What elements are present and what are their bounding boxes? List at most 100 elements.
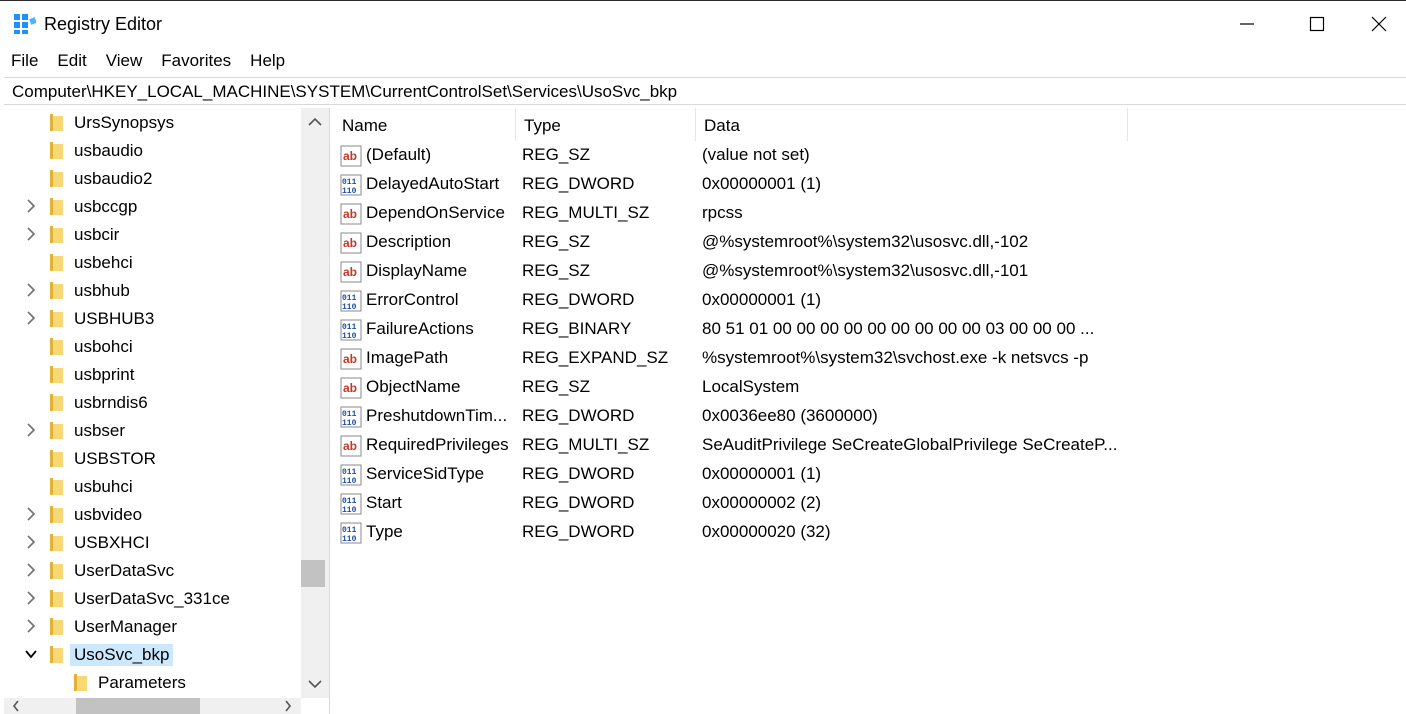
value-row[interactable]: ab RequiredPrivileges REG_MULTI_SZ SeAuditP… [334, 431, 1406, 460]
svg-text:ab: ab [343, 149, 357, 163]
svg-text:110: 110 [342, 535, 357, 544]
chevron-right-icon[interactable] [24, 281, 38, 299]
value-row[interactable]: 110 011 PreshutdownTim... REG_DWORD 0x0036ee… [334, 402, 1406, 431]
tree-item[interactable]: UserDataSvc [4, 556, 300, 584]
value-row[interactable]: ab Description REG_SZ @%systemroot%\system3… [334, 228, 1406, 257]
column-header-data[interactable]: Data [696, 108, 1128, 141]
tree-item[interactable]: usbaudio2 [4, 164, 300, 192]
chevron-left-icon [12, 700, 19, 712]
tree-item[interactable]: usbccgp [4, 192, 300, 220]
value-row[interactable]: 110 011 Start REG_DWORD 0x00000002 (2) [334, 489, 1406, 518]
value-name: RequiredPrivileges [366, 435, 509, 454]
tree-vertical-scrollbar[interactable] [301, 108, 329, 698]
value-type: REG_EXPAND_SZ [522, 348, 669, 367]
value-row[interactable]: ab ImagePath REG_EXPAND_SZ %systemroot%\sys… [334, 344, 1406, 373]
value-row[interactable]: 110 011 Type REG_DWORD 0x00000020 (32) [334, 518, 1406, 547]
svg-text:110: 110 [342, 506, 357, 515]
string-value-icon: ab [340, 261, 362, 283]
tree-item[interactable]: usbhub [4, 276, 300, 304]
scroll-right-button[interactable] [280, 698, 296, 714]
chevron-right-icon[interactable] [24, 617, 38, 635]
tree-item[interactable]: UrsSynopsys [4, 108, 300, 136]
chevron-right-icon[interactable] [24, 505, 38, 523]
folder-icon [50, 114, 63, 131]
value-row[interactable]: ab ObjectName REG_SZ LocalSystem [334, 373, 1406, 402]
binary-value-icon: 110011 [340, 319, 362, 341]
tree-horizontal-scrollbar[interactable] [4, 698, 301, 714]
scroll-down-button[interactable] [301, 670, 329, 698]
tree-item[interactable]: usbcir [4, 220, 300, 248]
tree-item[interactable]: UsoSvc_bkp [4, 640, 300, 668]
tree-item[interactable]: USBHUB3 [4, 304, 300, 332]
scroll-left-button[interactable] [8, 698, 24, 714]
tree-item[interactable]: usbprint [4, 360, 300, 388]
menu-help[interactable]: Help [239, 48, 293, 76]
value-type: REG_DWORD [522, 406, 635, 425]
value-row[interactable]: ab DependOnService REG_MULTI_SZ rpcss [334, 199, 1406, 228]
value-name: ObjectName [366, 377, 461, 396]
chevron-right-icon[interactable] [24, 225, 38, 243]
tree-item-label: UserManager [74, 617, 177, 636]
key-tree[interactable]: UrsSynopsys usbaudio usbaudio2 usbccgp usbci… [4, 108, 330, 714]
column-header-type[interactable]: Type [516, 108, 696, 141]
tree-item[interactable]: UserDataSvc_331ce [4, 584, 300, 612]
binary-value-icon: 110011 [340, 290, 362, 312]
address-bar[interactable]: Computer\HKEY_LOCAL_MACHINE\SYSTEM\Curre… [4, 77, 1406, 105]
chevron-right-icon[interactable] [24, 561, 38, 579]
value-row[interactable]: ab DisplayName REG_SZ @%systemroot%\system3… [334, 257, 1406, 286]
value-data: 0x00000002 (2) [702, 493, 822, 512]
tree-item[interactable]: usbaudio [4, 136, 300, 164]
tree-item[interactable]: usbvideo [4, 500, 300, 528]
value-data: 0x00000001 (1) [702, 464, 822, 483]
column-header-name[interactable]: Name [334, 108, 516, 141]
value-type: REG_DWORD [522, 493, 635, 512]
value-type: REG_MULTI_SZ [522, 203, 650, 222]
tree-vertical-scroll-thumb[interactable] [301, 560, 325, 587]
value-row[interactable]: 110 011 FailureActions REG_BINARY 80 51 01 0… [334, 315, 1406, 344]
title-bar[interactable]: Registry Editor [0, 0, 1406, 47]
value-row[interactable]: 110 011 DelayedAutoStart REG_DWORD 0x0000000… [334, 170, 1406, 199]
chevron-right-icon[interactable] [24, 421, 38, 439]
binary-value-icon: 110011 [340, 522, 362, 544]
binary-value-icon: 110011 [340, 493, 362, 515]
scroll-up-button[interactable] [301, 108, 329, 136]
tree-item[interactable]: USBXHCI [4, 528, 300, 556]
tree-item[interactable]: UserManager [4, 612, 300, 640]
value-row[interactable]: 110 011 ErrorControl REG_DWORD 0x00000001 (1… [334, 286, 1406, 315]
tree-item-label: UserDataSvc_331ce [74, 589, 230, 608]
tree-item[interactable]: usbuhci [4, 472, 300, 500]
tree-item[interactable]: usbehci [4, 248, 300, 276]
value-data: %systemroot%\system32\svchost.exe -k net… [702, 348, 1089, 367]
value-type: REG_DWORD [522, 290, 635, 309]
tree-item-label: usbaudio [74, 141, 144, 160]
minimize-button[interactable] [1212, 1, 1282, 47]
value-row[interactable]: ab (Default) REG_SZ (value not set) [334, 141, 1406, 170]
tree-item[interactable]: usbser [4, 416, 300, 444]
chevron-right-icon[interactable] [24, 197, 38, 215]
value-name: Description [366, 232, 452, 251]
tree-item[interactable]: USBSTOR [4, 444, 300, 472]
tree-horizontal-scroll-thumb[interactable] [76, 698, 200, 714]
chevron-right-icon[interactable] [24, 309, 38, 327]
tree-item[interactable]: Parameters [4, 668, 300, 696]
tree-item[interactable]: usbohci [4, 332, 300, 360]
folder-icon [50, 506, 63, 523]
maximize-button[interactable] [1282, 1, 1352, 47]
menu-file[interactable]: File [0, 48, 46, 76]
chevron-right-icon[interactable] [24, 589, 38, 607]
svg-text:110: 110 [342, 477, 357, 486]
values-list[interactable]: Name Type Data ab (Default) REG_SZ (value n… [334, 108, 1406, 714]
folder-icon [50, 338, 63, 355]
folder-icon [50, 590, 63, 607]
menu-view[interactable]: View [95, 48, 151, 76]
chevron-down-icon[interactable] [24, 645, 38, 663]
folder-icon [50, 618, 63, 635]
string-value-icon: ab [340, 232, 362, 254]
tree-item[interactable]: usbrndis6 [4, 388, 300, 416]
menu-favorites[interactable]: Favorites [150, 48, 239, 76]
value-row[interactable]: 110 011 ServiceSidType REG_DWORD 0x00000001 … [334, 460, 1406, 489]
menu-edit[interactable]: Edit [46, 48, 94, 76]
value-data: 80 51 01 00 00 00 00 00 00 00 00 00 03 0… [702, 319, 1095, 338]
chevron-right-icon[interactable] [24, 533, 38, 551]
close-button[interactable] [1352, 1, 1406, 47]
